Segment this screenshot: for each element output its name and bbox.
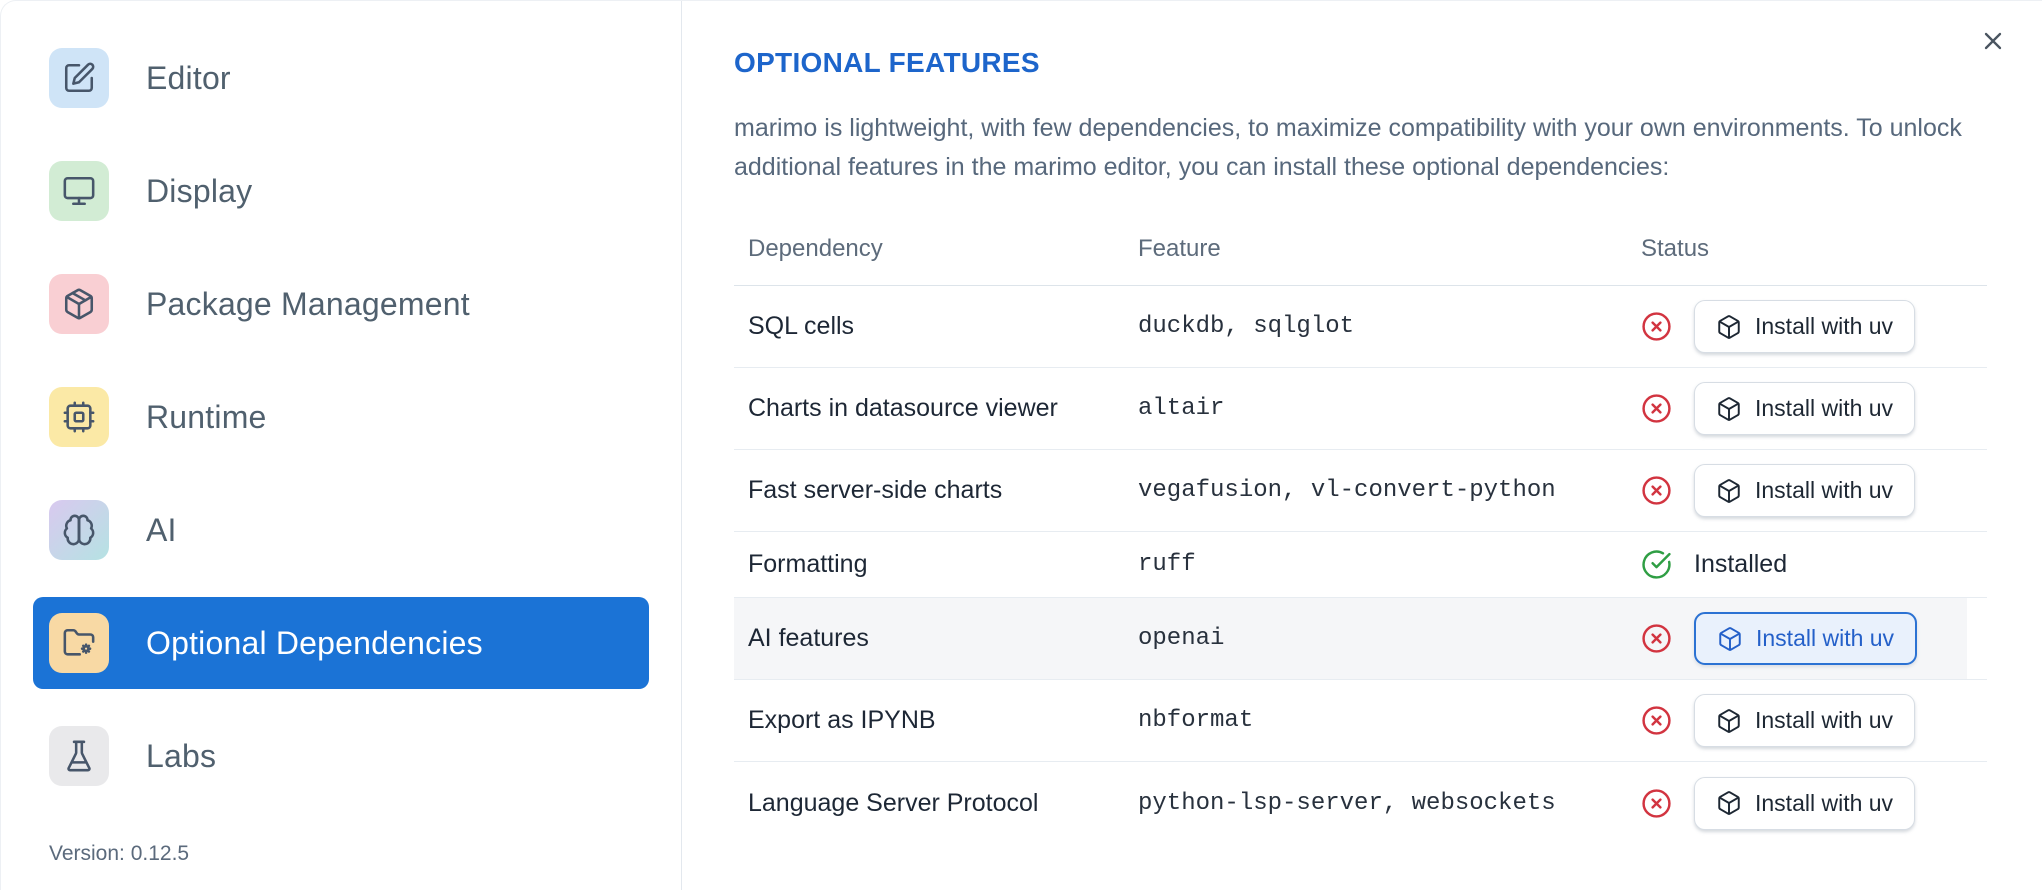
install-with-uv-button[interactable]: Install with uv	[1694, 612, 1918, 665]
box-icon	[1716, 314, 1742, 340]
column-header-feature: Feature	[1138, 235, 1221, 262]
table-row: Fast server-side charts vegafusion, vl-c…	[734, 450, 1987, 532]
status-cell: Install with uv	[1641, 776, 1973, 830]
feature-cell: nbformat	[1138, 707, 1254, 734]
feature-cell: openai	[1138, 625, 1225, 652]
table-row: Formatting ruff Installed	[734, 532, 1987, 598]
table-row: AI features openai Install with uv	[734, 598, 1987, 680]
sidebar-item-label: Editor	[146, 59, 231, 96]
install-with-uv-button[interactable]: Install with uv	[1694, 464, 1916, 517]
flask-icon	[49, 726, 109, 786]
install-button-label: Install with uv	[1755, 707, 1894, 733]
monitor-icon	[49, 161, 109, 221]
brain-icon	[49, 500, 109, 560]
sidebar-item-runtime[interactable]: Runtime	[33, 371, 649, 463]
install-with-uv-button[interactable]: Install with uv	[1694, 694, 1916, 747]
version-label: Version: 0.12.5	[49, 842, 190, 865]
status-cell: Install with uv	[1641, 612, 1973, 665]
feature-cell: ruff	[1138, 551, 1196, 578]
feature-cell: altair	[1138, 395, 1225, 422]
install-button-label: Install with uv	[1755, 477, 1894, 503]
table-row: SQL cells duckdb, sqlglot Install with u…	[734, 286, 1987, 368]
close-icon	[1979, 27, 2007, 55]
panel-description: marimo is lightweight, with few dependen…	[734, 114, 1962, 181]
circle-check-icon	[1641, 549, 1672, 580]
sidebar-item-label: Optional Dependencies	[146, 624, 483, 661]
feature-cell: duckdb, sqlglot	[1138, 313, 1355, 340]
dependency-cell: Fast server-side charts	[748, 476, 1003, 504]
install-with-uv-button[interactable]: Install with uv	[1694, 776, 1916, 830]
circle-x-icon	[1641, 393, 1672, 424]
sidebar-item-labs[interactable]: Labs	[33, 710, 649, 802]
installed-label: Installed	[1694, 550, 1788, 578]
sidebar: Editor Display Package Management Runtim…	[1, 1, 682, 890]
sidebar-item-label: Display	[146, 172, 253, 209]
close-button[interactable]	[1976, 25, 2010, 59]
sidebar-item-label: Labs	[146, 737, 217, 774]
cpu-icon	[49, 387, 109, 447]
circle-x-icon	[1641, 311, 1672, 342]
status-cell: Install with uv	[1641, 464, 1973, 517]
circle-x-icon	[1641, 623, 1672, 654]
table-header-row: Dependency Feature Status	[734, 213, 1987, 286]
install-button-label: Install with uv	[1755, 789, 1894, 816]
circle-x-icon	[1641, 705, 1672, 736]
box-icon	[1716, 790, 1742, 816]
dependency-cell: Export as IPYNB	[748, 706, 936, 734]
sidebar-item-display[interactable]: Display	[33, 145, 649, 237]
status-cell: Install with uv	[1641, 300, 1973, 353]
table-row: Export as IPYNB nbformat Install with uv	[734, 680, 1987, 762]
feature-cell: python-lsp-server, websockets	[1138, 789, 1556, 817]
status-cell: Install with uv	[1641, 382, 1973, 435]
dependency-cell: Charts in datasource viewer	[748, 394, 1058, 422]
sidebar-item-package-management[interactable]: Package Management	[33, 258, 649, 350]
sidebar-item-optional-dependencies[interactable]: Optional Dependencies	[33, 597, 649, 689]
sidebar-item-label: AI	[146, 511, 177, 548]
box-icon	[1716, 478, 1742, 504]
status-cell: Install with uv	[1641, 694, 1973, 747]
dependency-cell: AI features	[748, 624, 869, 652]
box-icon	[1717, 626, 1743, 652]
sidebar-item-label: Package Management	[146, 285, 470, 322]
sidebar-item-label: Runtime	[146, 398, 267, 435]
circle-x-icon	[1641, 475, 1672, 506]
dependency-cell: SQL cells	[748, 312, 855, 340]
install-button-label: Install with uv	[1756, 625, 1895, 651]
sidebar-item-ai[interactable]: AI	[33, 484, 649, 576]
install-with-uv-button[interactable]: Install with uv	[1694, 300, 1916, 353]
page-title: OPTIONAL FEATURES	[734, 47, 1040, 78]
status-cell: Installed	[1641, 549, 1973, 580]
feature-cell: vegafusion, vl-convert-python	[1138, 477, 1556, 504]
install-button-label: Install with uv	[1755, 313, 1894, 339]
optional-features-panel: OPTIONAL FEATURES marimo is lightweight,…	[682, 1, 2042, 890]
dependency-cell: Language Server Protocol	[748, 788, 1039, 817]
edit-icon	[49, 48, 109, 108]
install-button-label: Install with uv	[1755, 395, 1894, 421]
install-with-uv-button[interactable]: Install with uv	[1694, 382, 1916, 435]
settings-dialog: Editor Display Package Management Runtim…	[0, 0, 2042, 890]
box-icon	[1716, 396, 1742, 422]
dependency-cell: Formatting	[748, 550, 868, 578]
dependencies-table: Dependency Feature Status SQL cells duck…	[734, 213, 1987, 844]
table-row: Language Server Protocol python-lsp-serv…	[734, 762, 1987, 844]
table-row: Charts in datasource viewer altair Insta…	[734, 368, 1987, 450]
package-icon	[49, 274, 109, 334]
circle-x-icon	[1641, 788, 1672, 819]
sidebar-item-editor[interactable]: Editor	[33, 32, 649, 124]
folder-gear-icon	[49, 613, 109, 673]
column-header-dependency: Dependency	[748, 235, 883, 262]
box-icon	[1716, 708, 1742, 734]
column-header-status: Status	[1641, 235, 1710, 262]
